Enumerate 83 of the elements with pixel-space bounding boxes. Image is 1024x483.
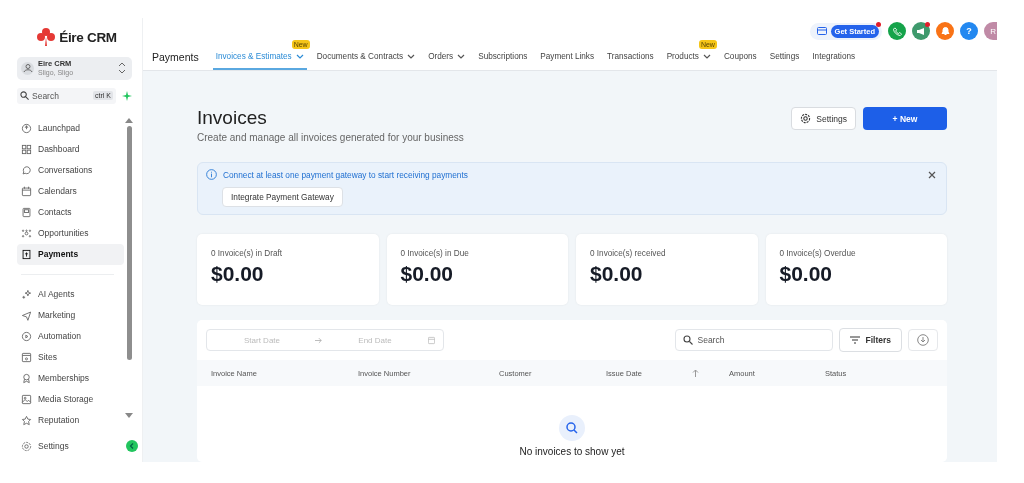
collapse-icon[interactable] — [126, 440, 138, 453]
stat-label: 0 Invoice(s) Overdue — [779, 249, 857, 258]
play-circle-icon — [21, 330, 32, 342]
account-avatar-icon — [21, 61, 34, 75]
sidebar-item[interactable]: Payments — [17, 243, 124, 265]
sort-arrow-icon[interactable] — [692, 369, 699, 377]
notifications-button[interactable] — [936, 22, 954, 40]
search-icon — [20, 91, 29, 101]
empty-message: No invoices to show yet — [519, 446, 625, 457]
megaphone-button[interactable] — [912, 22, 930, 40]
chat-bubble-icon — [21, 164, 32, 176]
close-icon[interactable] — [928, 170, 936, 179]
integrate-gateway-button[interactable]: Integrate Payment Gateway — [222, 187, 343, 207]
settings-button[interactable]: Settings — [791, 107, 856, 130]
filters-button[interactable]: Filters — [839, 328, 902, 352]
stat-amount: $0.00 — [211, 262, 265, 286]
gear-icon — [21, 440, 32, 452]
filter-icon — [850, 336, 861, 344]
search-input[interactable]: Search — [32, 90, 91, 101]
ribbon-icon — [21, 372, 32, 384]
phone-icon — [892, 26, 902, 36]
calendar-icon — [428, 335, 435, 345]
updown-chevron-icon — [118, 62, 126, 75]
sidebar-item[interactable]: AI Agents — [17, 283, 124, 305]
sidebar-item[interactable]: Marketing — [17, 304, 124, 326]
nav-tab[interactable]: Orders — [425, 44, 469, 70]
download-button[interactable] — [908, 329, 938, 351]
page-title: Invoices — [197, 107, 268, 129]
sidebar-item[interactable]: Reputation — [17, 409, 124, 431]
sidebar-item[interactable]: Calendars — [17, 180, 124, 202]
sidebar-item[interactable]: Automation — [17, 325, 124, 347]
stat-label: 0 Invoice(s) in Draft — [211, 249, 283, 258]
sidebar-item[interactable]: Dashboard — [17, 138, 124, 160]
paper-plane-icon — [21, 309, 32, 321]
nav-tab[interactable]: Transactions — [604, 44, 657, 70]
calendar-icon — [21, 185, 32, 197]
megaphone-icon — [916, 26, 926, 36]
arrow-right-icon — [315, 336, 322, 344]
sidebar-item[interactable]: Memberships — [17, 367, 124, 389]
window-icon — [21, 351, 32, 363]
page-subtitle: Create and manage all invoices generated for your business — [197, 132, 464, 143]
grid-icon — [21, 143, 32, 155]
nav-tab[interactable]: Settings — [766, 44, 803, 70]
download-icon — [917, 334, 929, 346]
section-title: Payments — [152, 50, 199, 65]
stat-amount: $0.00 — [400, 262, 455, 286]
shamrock-icon — [36, 27, 57, 47]
sidebar-item[interactable]: Launchpad — [17, 117, 124, 139]
image-icon — [21, 393, 32, 405]
dots-icon — [21, 227, 32, 239]
stat-label: 0 Invoice(s) in Due — [400, 249, 470, 258]
sidebar-item[interactable]: Sites — [17, 346, 124, 368]
search-icon — [683, 335, 694, 345]
nav-tab[interactable]: Subscriptions — [475, 44, 531, 70]
card-icon — [816, 27, 827, 35]
sidebar-item[interactable]: Media Storage — [17, 388, 124, 410]
search-icon — [559, 415, 585, 441]
star-icon — [21, 414, 32, 426]
nav-tab[interactable]: Payment Links — [537, 44, 598, 70]
nav-tab[interactable]: Documents & Contracts — [313, 44, 419, 70]
stat-label: 0 Invoice(s) received — [590, 249, 667, 258]
brand-name: Éire CRM — [59, 29, 117, 45]
sidebar-item[interactable]: Settings — [17, 435, 69, 457]
nav-tab[interactable]: Integrations — [809, 44, 859, 70]
sparkle-icon — [21, 288, 32, 300]
settings-icon — [800, 113, 812, 124]
sidebar-item[interactable]: Conversations — [17, 159, 124, 181]
sidebar-item[interactable]: Contacts — [17, 201, 124, 223]
search-field[interactable]: Search — [675, 329, 834, 351]
stat-amount: $0.00 — [779, 262, 834, 286]
nav-tab[interactable]: Coupons — [720, 44, 760, 70]
sparkle-icon[interactable] — [122, 90, 132, 101]
info-icon — [206, 169, 217, 180]
stat-amount: $0.00 — [590, 262, 644, 286]
scrollbar[interactable] — [126, 117, 132, 418]
alert-message: Connect at least one payment gateway to start receiving payments — [223, 169, 469, 180]
receipt-icon — [21, 248, 32, 260]
contact-card-icon — [21, 206, 32, 218]
new-invoice-button[interactable]: + New — [863, 107, 947, 130]
help-button[interactable]: ? — [960, 22, 978, 40]
sidebar-item[interactable]: Opportunities — [17, 222, 124, 244]
phone-button[interactable] — [888, 22, 906, 40]
bell-icon — [940, 26, 950, 36]
